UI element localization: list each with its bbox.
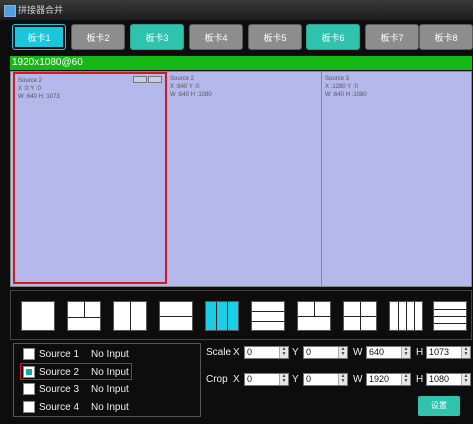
crop-label: Crop xyxy=(206,374,228,385)
close-icon[interactable] xyxy=(148,76,162,83)
tab-card-7[interactable]: 板卡7 xyxy=(365,24,419,50)
scale-label: Scale xyxy=(206,347,232,358)
title-bar: 拼接器合并 xyxy=(0,0,473,20)
source-3-checkbox[interactable] xyxy=(23,383,35,395)
spin-arrows-icon[interactable]: ▲ ▼ xyxy=(401,347,410,358)
tab-card-3[interactable]: 板卡3 xyxy=(130,24,184,50)
layout-2-vertical-button[interactable] xyxy=(113,301,147,331)
source-name: Source 2 xyxy=(39,367,80,378)
layout-toolbar xyxy=(10,290,472,340)
layout-quad-button[interactable] xyxy=(343,301,377,331)
preview-window-1[interactable]: Source 2 X :0 Y :0 W :640 H :1073 xyxy=(13,72,167,284)
window-source: Source 3 xyxy=(325,76,350,82)
source-name: Source 4 xyxy=(39,402,80,413)
window-size: W :640 H :1080 xyxy=(325,92,367,98)
layout-3-horizontal-button[interactable] xyxy=(251,301,285,331)
scale-h-input[interactable]: 1073 ▲ ▼ xyxy=(426,346,471,359)
app-window: 拼接器合并 板卡1 板卡2 板卡3 板卡4 板卡5 板卡6 板卡7 板卡8 19… xyxy=(0,0,473,424)
spin-arrows-icon[interactable]: ▲ ▼ xyxy=(461,347,470,358)
spin-arrows-icon[interactable]: ▲ ▼ xyxy=(461,374,470,385)
source-row-3[interactable]: Source 3 No Input xyxy=(21,381,196,398)
crop-x-label: X xyxy=(233,374,240,385)
source-row-4[interactable]: Source 4 No Input xyxy=(21,399,196,416)
layout-4-horizontal-button[interactable] xyxy=(433,301,467,331)
window-source: Source 2 xyxy=(18,78,43,84)
layout-4-vertical-button[interactable] xyxy=(389,301,423,331)
layout-3-vertical-button[interactable] xyxy=(205,301,239,331)
scale-y-label: Y xyxy=(292,347,299,358)
window-source: Source 2 xyxy=(170,76,195,82)
spin-arrows-icon[interactable]: ▲ ▼ xyxy=(279,374,288,385)
preview-window-2[interactable]: Source 2 X :640 Y :0 W :640 H :1080 xyxy=(167,72,322,286)
spin-arrows-icon[interactable]: ▲ ▼ xyxy=(338,347,347,358)
crop-w-input[interactable]: 1920 ▲ ▼ xyxy=(366,373,411,386)
source-status: No Input xyxy=(91,384,129,395)
layout-2-horizontal-button[interactable] xyxy=(159,301,193,331)
source-name: Source 3 xyxy=(39,384,80,395)
source-status: No Input xyxy=(91,349,129,360)
preview-canvas[interactable]: Source 2 X :0 Y :0 W :640 H :1073 Source… xyxy=(10,71,472,287)
scale-w-label: W xyxy=(353,347,363,358)
scale-x-input[interactable]: 0 ▲ ▼ xyxy=(244,346,289,359)
resolution-bar: 1920x1080@60 xyxy=(10,56,472,70)
window-size: W :640 H :1080 xyxy=(170,92,212,98)
source-status: No Input xyxy=(91,367,129,378)
layout-single-button[interactable] xyxy=(21,301,55,331)
source-row-1[interactable]: Source 1 No Input xyxy=(21,346,196,363)
scale-h-label: H xyxy=(416,347,424,358)
tab-card-6[interactable]: 板卡6 xyxy=(306,24,360,50)
scale-y-input[interactable]: 0 ▲ ▼ xyxy=(303,346,348,359)
crop-x-input[interactable]: 0 ▲ ▼ xyxy=(244,373,289,386)
restore-icon[interactable] xyxy=(133,76,147,83)
spin-arrows-icon[interactable]: ▲ ▼ xyxy=(279,347,288,358)
crop-w-label: W xyxy=(353,374,363,385)
source-list: Source 1 No Input Source 2 No Input Sour… xyxy=(13,343,201,417)
crop-y-label: Y xyxy=(292,374,299,385)
spin-arrows-icon[interactable]: ▲ ▼ xyxy=(338,374,347,385)
source-4-checkbox[interactable] xyxy=(23,401,35,413)
tab-card-4[interactable]: 板卡4 xyxy=(189,24,243,50)
tab-card-2[interactable]: 板卡2 xyxy=(71,24,125,50)
window-pos: X :1280 Y :0 xyxy=(325,84,358,90)
window-pos: X :640 Y :0 xyxy=(170,84,200,90)
source-row-2[interactable]: Source 2 No Input xyxy=(20,363,132,380)
window-controls[interactable] xyxy=(132,76,162,83)
source-name: Source 1 xyxy=(39,349,80,360)
tab-card-1[interactable]: 板卡1 xyxy=(12,24,66,50)
source-status: No Input xyxy=(91,402,129,413)
app-icon xyxy=(4,5,16,17)
scale-x-label: X xyxy=(233,347,240,358)
set-button[interactable]: 设置 xyxy=(418,396,460,416)
window-size: W :640 H :1073 xyxy=(18,94,60,100)
card-tabs: 板卡1 板卡2 板卡3 板卡4 板卡5 板卡6 板卡7 板卡8 xyxy=(0,24,473,52)
window-pos: X :0 Y :0 xyxy=(18,86,41,92)
tab-card-5[interactable]: 板卡5 xyxy=(248,24,302,50)
crop-h-label: H xyxy=(416,374,424,385)
source-2-checkbox[interactable] xyxy=(23,366,35,378)
scale-w-input[interactable]: 640 ▲ ▼ xyxy=(366,346,411,359)
preview-window-3[interactable]: Source 3 X :1280 Y :0 W :640 H :1080 xyxy=(322,72,471,286)
tab-card-8[interactable]: 板卡8 xyxy=(419,24,473,50)
spin-arrows-icon[interactable]: ▲ ▼ xyxy=(401,374,410,385)
crop-y-input[interactable]: 0 ▲ ▼ xyxy=(303,373,348,386)
crop-h-input[interactable]: 1080 ▲ ▼ xyxy=(426,373,471,386)
window-title: 拼接器合并 xyxy=(18,5,64,15)
layout-t-split-button[interactable] xyxy=(297,301,331,331)
layout-pip-button[interactable] xyxy=(67,301,101,331)
source-1-checkbox[interactable] xyxy=(23,348,35,360)
